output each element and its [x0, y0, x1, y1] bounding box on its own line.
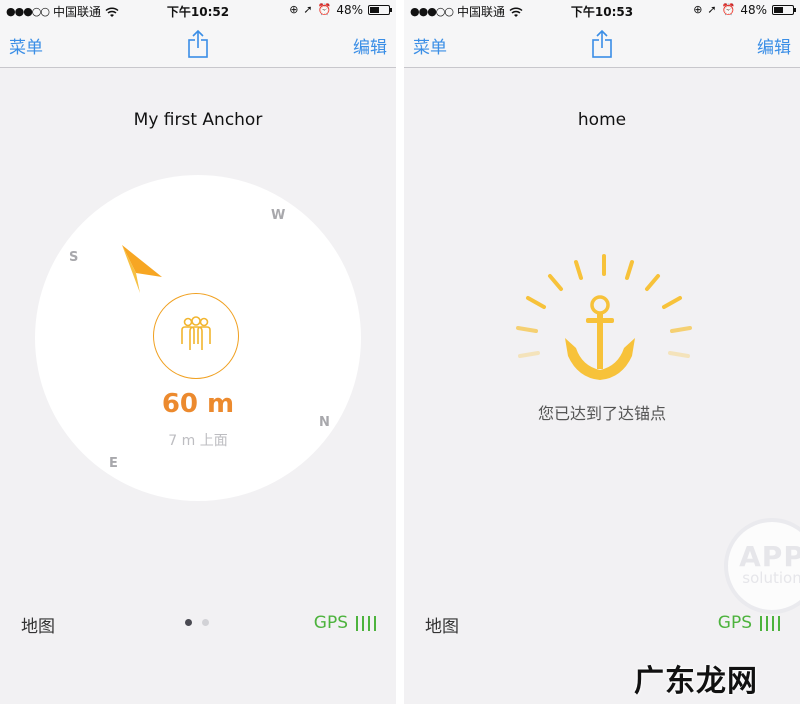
location-arrow-icon: ➚	[303, 3, 313, 16]
compass-dial: W S N E 60 m 7 m 上面	[35, 175, 361, 501]
battery-icon	[772, 5, 796, 15]
navigation-bar: 菜单 编辑	[404, 20, 800, 68]
navigation-bar: 菜单 编辑	[0, 20, 396, 68]
map-button[interactable]: 地图	[21, 612, 55, 637]
anchor-center-ring[interactable]	[153, 293, 239, 379]
app-solution-badge: APP solution	[724, 518, 800, 614]
edit-button[interactable]: 编辑	[353, 33, 387, 58]
page-indicator[interactable]	[185, 619, 209, 626]
alarm-icon: ⏰	[721, 3, 736, 16]
orientation-lock-icon: ⊕	[693, 3, 703, 16]
distance-value: 60 m	[161, 389, 235, 419]
site-watermark: 广东龙网	[634, 664, 758, 699]
battery-fill	[774, 7, 783, 13]
gps-label: GPS	[313, 613, 348, 633]
page-dot-1[interactable]	[185, 619, 192, 626]
people-group-icon	[181, 316, 211, 350]
location-arrow-icon: ➚	[707, 3, 717, 16]
gps-signal-bars-icon	[356, 615, 376, 631]
compass-south-label: S	[69, 250, 79, 265]
gps-label: GPS	[717, 613, 752, 633]
status-bar: ●●●○○ 中国联通 下午10:52 ⊕ ➚ ⏰ 48%	[0, 0, 396, 20]
arrived-screen: ●●●○○ 中国联通 下午10:53 ⊕ ➚ ⏰ 48% 菜单 编辑 home …	[404, 0, 800, 704]
gps-indicator: GPS	[314, 613, 376, 633]
page-dot-2[interactable]	[202, 619, 209, 626]
orientation-lock-icon: ⊕	[289, 3, 299, 16]
alarm-icon: ⏰	[317, 3, 332, 16]
direction-arrow-icon	[122, 245, 162, 293]
battery-percent: 48%	[336, 3, 363, 17]
compass-west-label: W	[271, 208, 286, 223]
anchor-title: My first Anchor	[133, 110, 263, 130]
compass-east-label: E	[109, 456, 118, 471]
arrived-message: 您已达到了达锚点	[537, 404, 666, 423]
battery-percent: 48%	[740, 3, 767, 17]
share-icon[interactable]	[186, 29, 210, 59]
altitude-difference: 7 m 上面	[168, 433, 228, 449]
gps-indicator: GPS	[718, 613, 780, 633]
battery-icon	[368, 5, 392, 15]
edit-button[interactable]: 编辑	[757, 33, 791, 58]
anchor-title: home	[577, 110, 627, 130]
gps-signal-bars-icon	[760, 615, 780, 631]
map-button[interactable]: 地图	[425, 612, 459, 637]
menu-button[interactable]: 菜单	[9, 33, 43, 58]
status-bar: ●●●○○ 中国联通 下午10:53 ⊕ ➚ ⏰ 48%	[404, 0, 800, 20]
menu-button[interactable]: 菜单	[413, 33, 447, 58]
anchor-icon	[516, 254, 692, 380]
compass-screen: ●●●○○ 中国联通 下午10:52 ⊕ ➚ ⏰ 48% 菜单 编辑 My fi…	[0, 0, 396, 704]
share-icon[interactable]	[590, 29, 614, 59]
battery-fill	[370, 7, 379, 13]
